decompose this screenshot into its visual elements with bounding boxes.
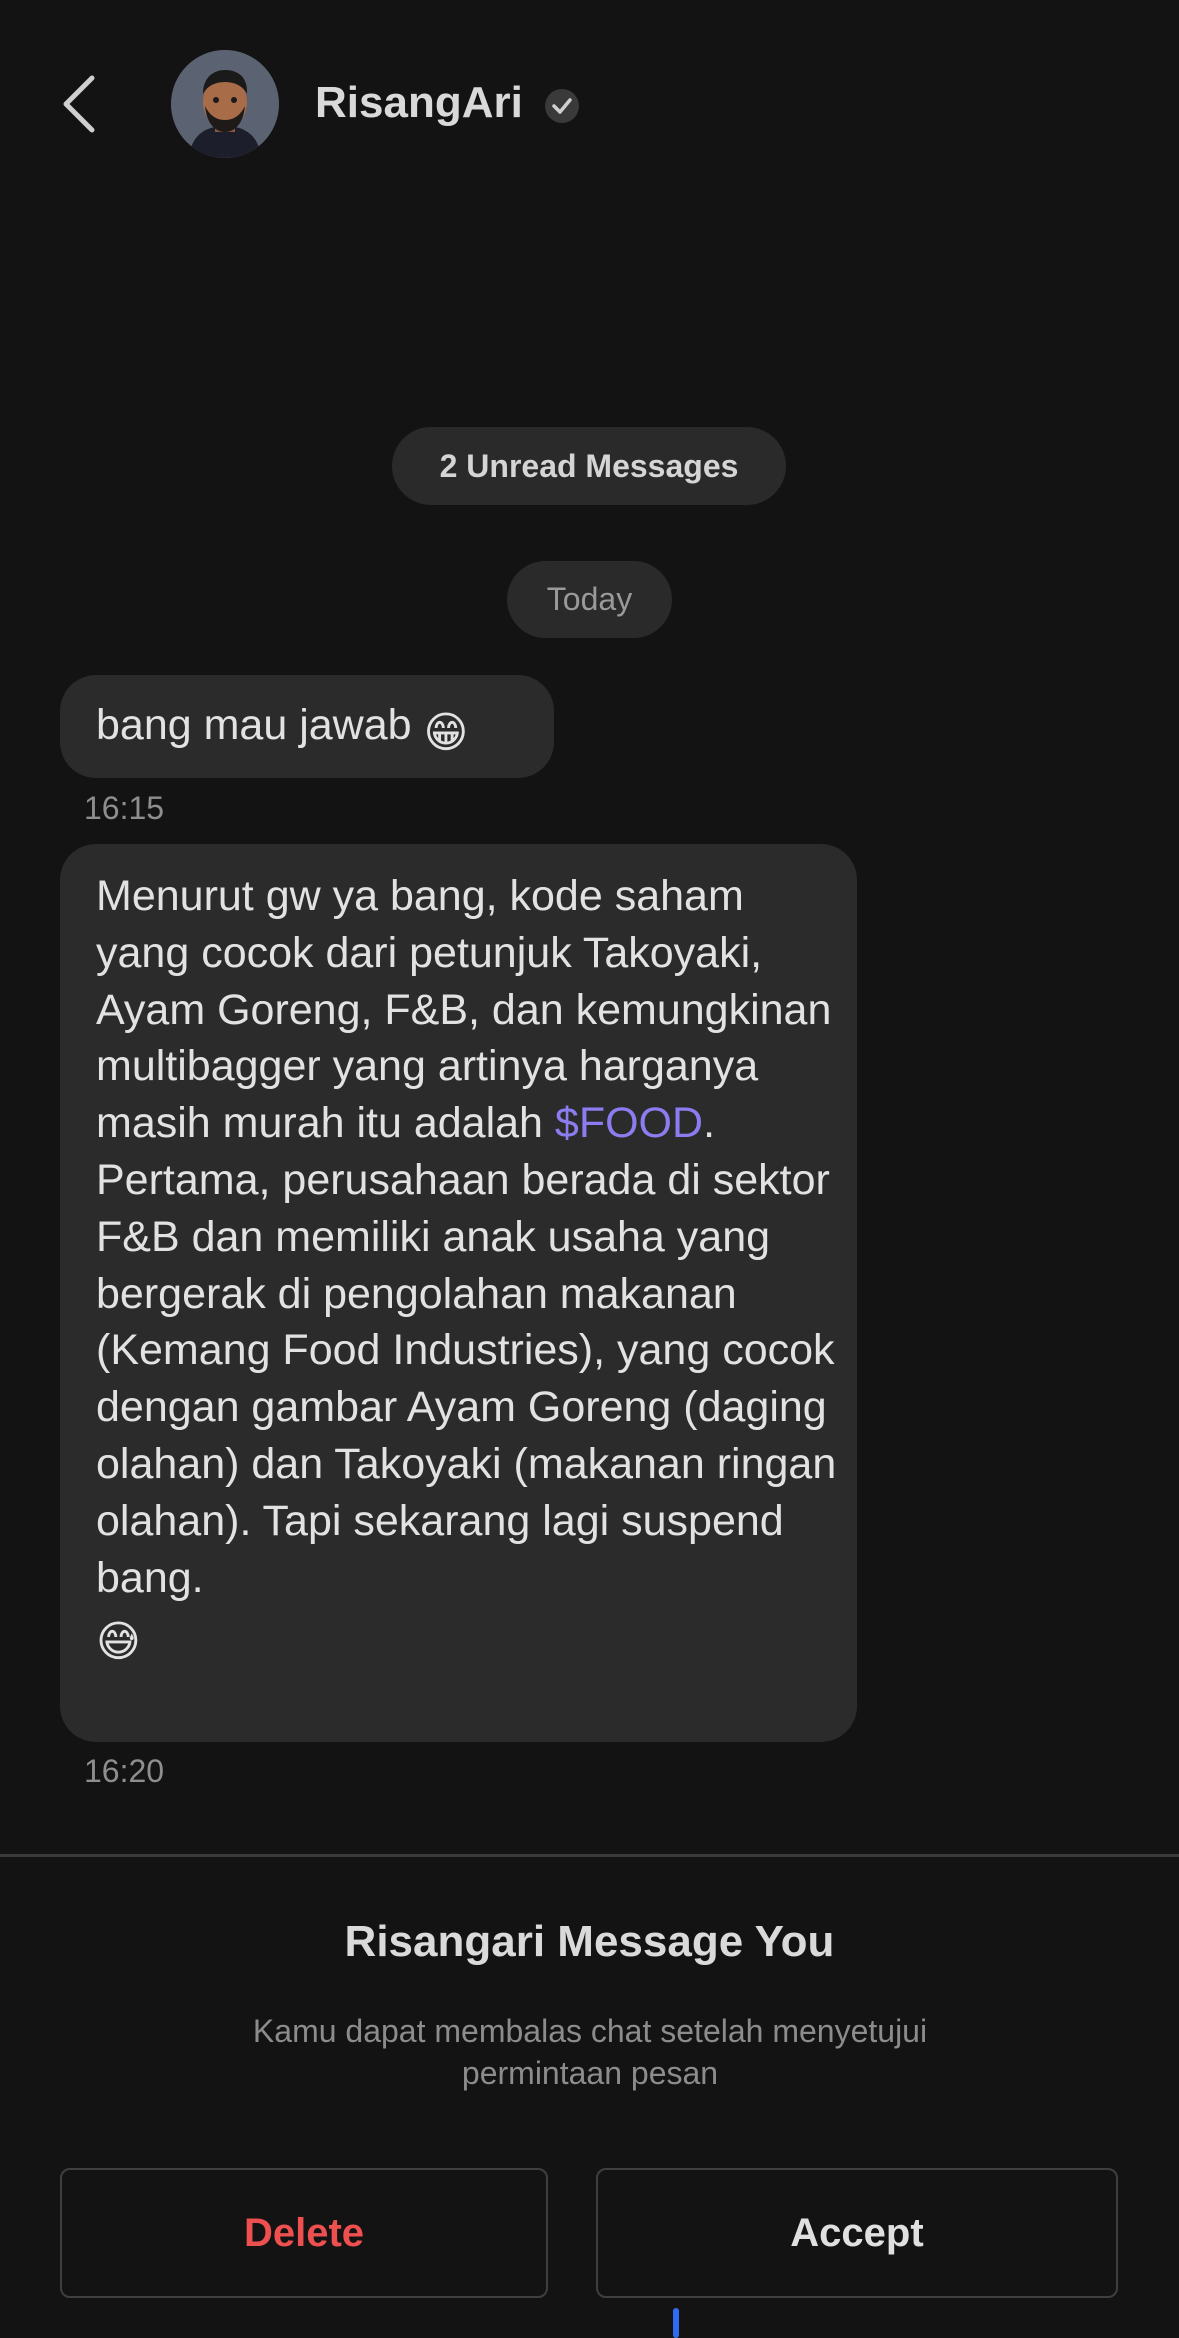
date-separator: Today — [507, 561, 672, 638]
message-bubble[interactable]: Menurut gw ya bang, kode saham yang coco… — [60, 844, 857, 1742]
grinning-emoji: 😁 — [423, 709, 469, 757]
touch-indicator — [673, 2308, 679, 2338]
stock-ticker-link[interactable]: $FOOD — [555, 1099, 703, 1147]
message-bubble[interactable]: bang mau jawab 😁 — [60, 675, 554, 778]
message-text: Menurut gw ya bang, kode saham yang coco… — [96, 872, 832, 1148]
avatar[interactable] — [171, 50, 279, 158]
message-text: bang mau jawab — [96, 701, 412, 749]
delete-button[interactable]: Delete — [60, 2168, 548, 2298]
contact-name[interactable]: RisangAri — [315, 78, 523, 128]
chevron-left-icon — [63, 75, 95, 133]
chat-header: RisangAri — [0, 0, 1179, 210]
message-timestamp: 16:15 — [84, 790, 165, 826]
unread-messages-badge: 2 Unread Messages — [392, 427, 786, 505]
message-text-continued: . Pertama, perusahaan berada di sektor F… — [96, 1099, 837, 1602]
divider — [0, 1854, 1179, 1857]
message-request-title: Risangari Message You — [344, 1917, 835, 1966]
message-timestamp: 16:20 — [84, 1753, 165, 1789]
accept-button[interactable]: Accept — [596, 2168, 1118, 2298]
back-button[interactable] — [56, 72, 112, 136]
message-request-subtitle: Kamu dapat membalas chat setelah menyetu… — [252, 2013, 928, 2091]
sweat-smile-emoji: 😅 — [96, 1618, 141, 1667]
verified-check-icon — [545, 89, 579, 123]
